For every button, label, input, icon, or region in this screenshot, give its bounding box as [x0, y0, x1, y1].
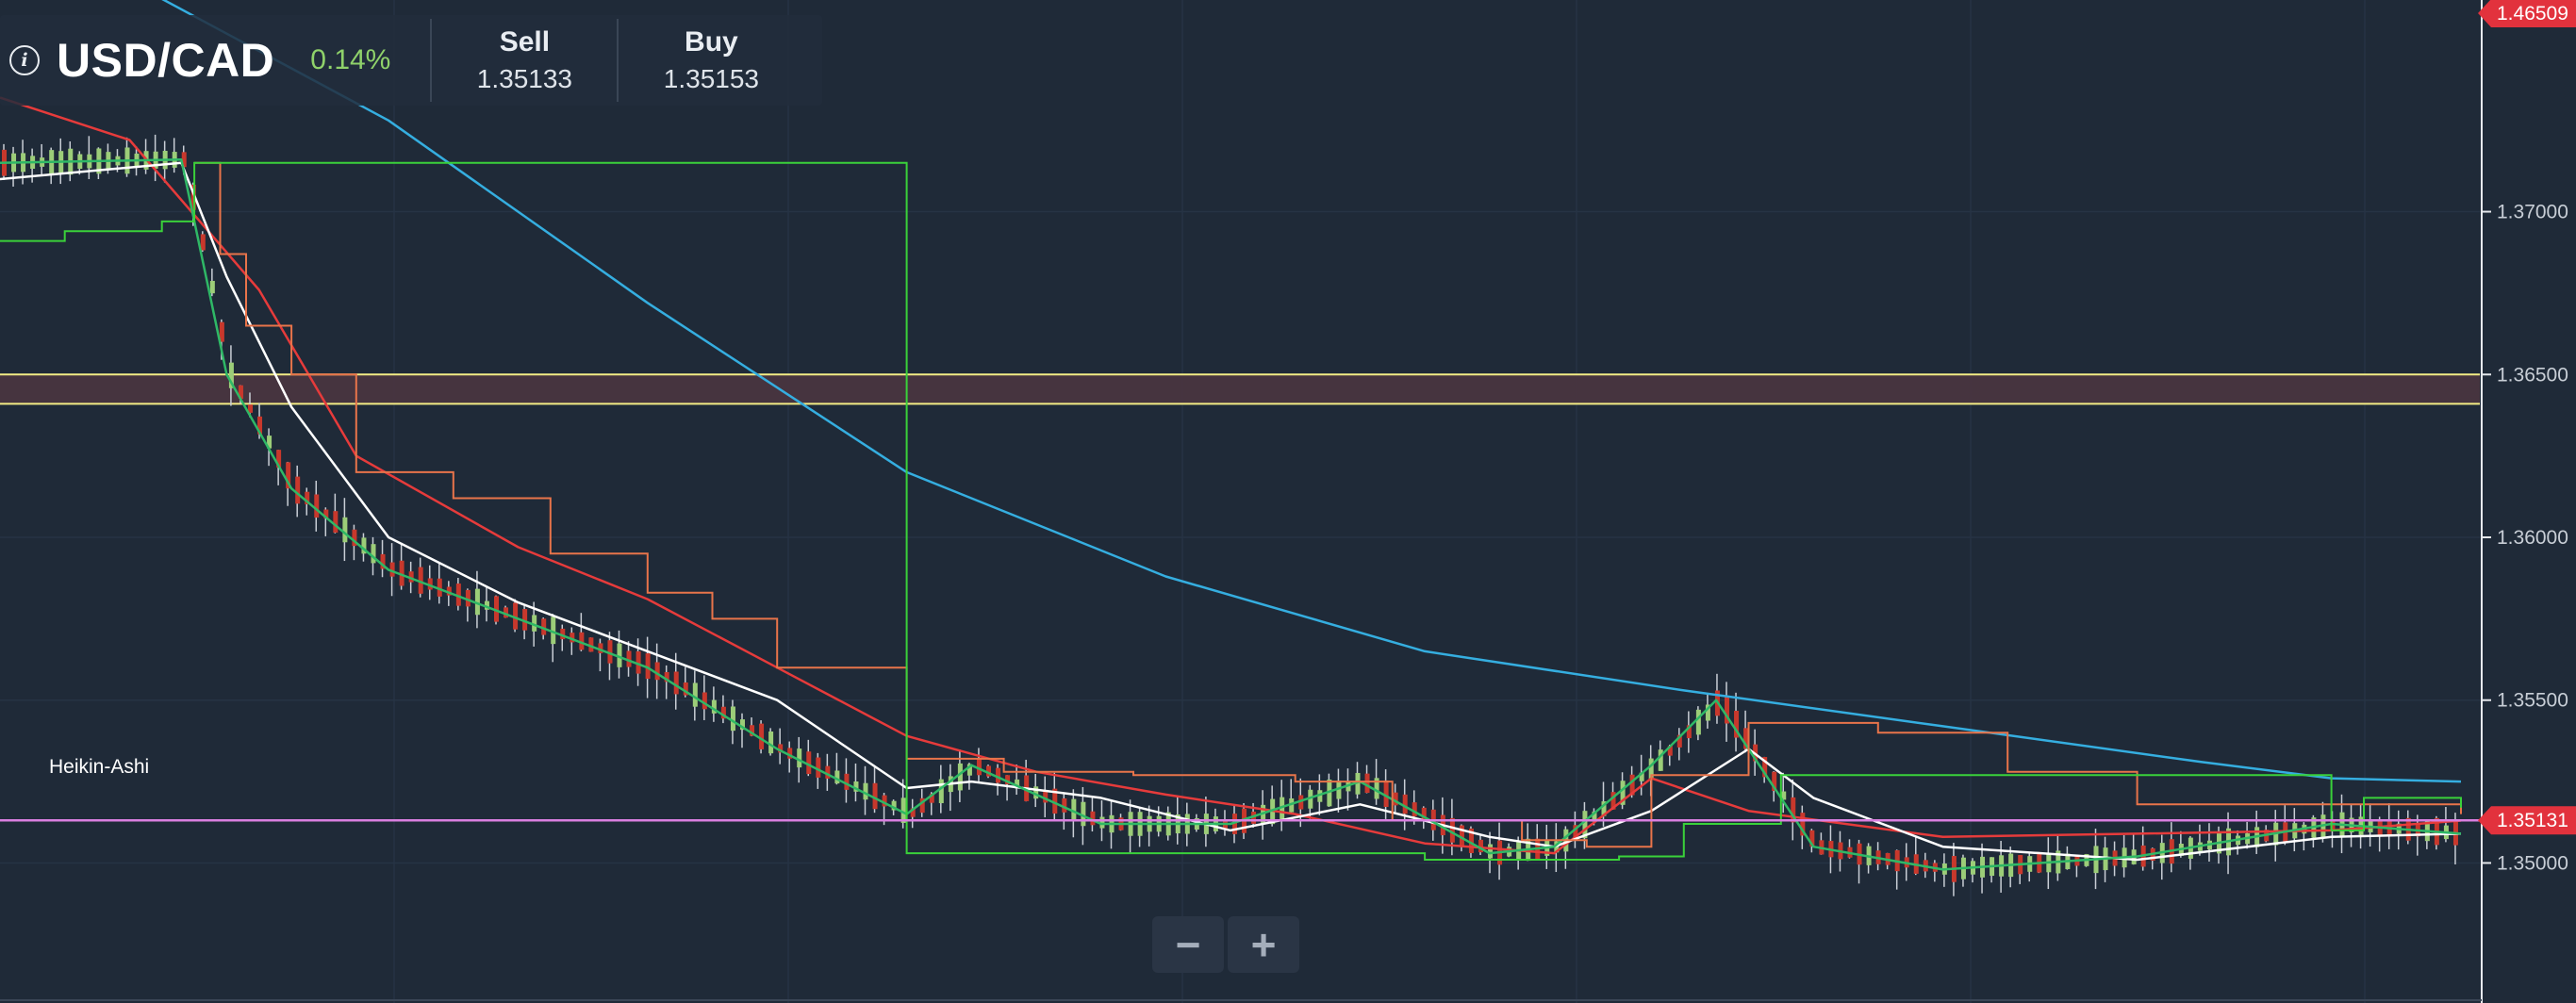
axis-tick-label: 1.35000 — [2497, 852, 2568, 874]
price-change: 0.14% — [310, 44, 391, 75]
moving-average-green — [0, 158, 2462, 871]
candle-body — [730, 706, 735, 732]
candle-body — [768, 731, 774, 754]
candle-body — [957, 763, 963, 791]
candle-body — [654, 662, 660, 681]
candle-body — [1449, 817, 1455, 843]
buy-value: 1.35153 — [663, 64, 759, 93]
axis-tick-label: 1.36500 — [2497, 364, 2568, 386]
candle-body — [702, 692, 707, 710]
buy-label: Buy — [685, 26, 738, 58]
price-chart[interactable]: 1.37000 1.36500 1.36000 1.35500 1.35000 1.465… — [0, 0, 2576, 1003]
candle-body — [938, 779, 944, 804]
moving-average-white — [0, 161, 2462, 862]
instrument-header: i USD/CAD 0.14% Sell 1.35133 Buy 1.35153 — [0, 15, 823, 106]
sell-label: Sell — [499, 26, 551, 58]
candle-body — [1488, 844, 1494, 859]
sell-quote[interactable]: Sell 1.35133 — [432, 26, 617, 94]
candle-body — [333, 511, 339, 534]
candle-body — [209, 280, 215, 294]
candle-body — [1412, 802, 1417, 817]
candle-body — [295, 476, 301, 504]
info-icon[interactable]: i — [9, 45, 40, 75]
candle-body — [1364, 773, 1370, 794]
candle-body — [371, 544, 376, 564]
top-price-badge: 1.46509 — [2497, 3, 2568, 25]
sell-value: 1.35133 — [476, 64, 572, 93]
candle-body — [1383, 780, 1389, 807]
candle-body — [673, 671, 679, 695]
axis-tick-label: 1.35500 — [2497, 690, 2568, 712]
candle-body — [759, 723, 765, 749]
axis-tick-label: 1.36000 — [2497, 527, 2568, 549]
zoom-out-button[interactable]: − — [1152, 916, 1224, 973]
current-price-badge: 1.35131 — [2497, 810, 2568, 831]
resistance-zone — [0, 374, 2480, 404]
candle-body — [1402, 794, 1408, 814]
candle-body — [1695, 709, 1701, 735]
candle-body — [200, 234, 206, 251]
candle-body — [692, 682, 698, 707]
axis-tick-label: 1.37000 — [2497, 202, 2568, 223]
candle-body — [342, 517, 348, 543]
instrument-symbol[interactable]: USD/CAD — [57, 33, 274, 88]
zoom-controls: − + — [1152, 916, 1299, 973]
candle-body — [314, 494, 320, 518]
heikin-ashi-label: Heikin-Ashi — [49, 756, 150, 778]
zoom-in-button[interactable]: + — [1228, 916, 1299, 973]
trailing-stop-orange — [194, 161, 2462, 848]
buy-quote[interactable]: Buy 1.35153 — [619, 26, 803, 94]
